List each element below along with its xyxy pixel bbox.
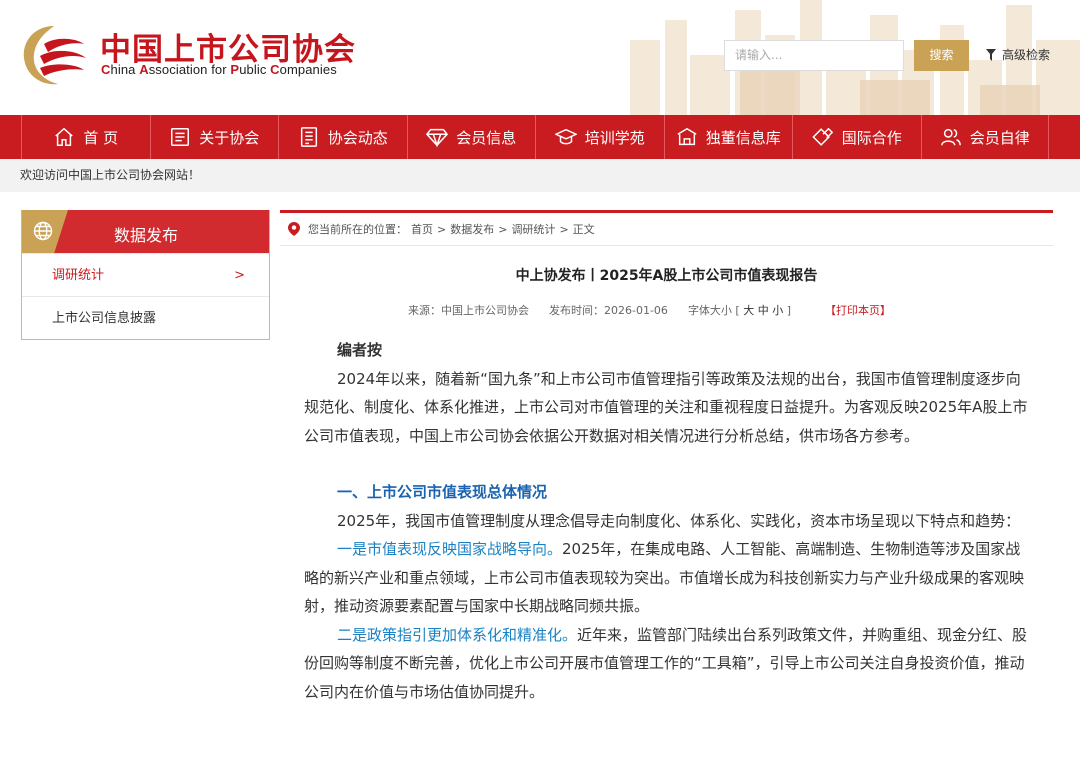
nav-item-international[interactable]: 国际合作 xyxy=(792,115,921,159)
breadcrumb-data-release[interactable]: 数据发布 xyxy=(450,221,494,237)
people-icon xyxy=(940,128,961,146)
search-input[interactable]: 请输入... xyxy=(724,40,904,71)
point-lead-1: 一是市值表现反映国家战略导向。 xyxy=(337,540,563,558)
point-lead-2: 二是政策指引更加体系化和精准化。 xyxy=(337,625,578,644)
article-body: 编者按 2024年以来，随着新“国九条”和上市公司市值管理指引等政策及法规的出台… xyxy=(304,336,1028,706)
nav-item-home[interactable]: 首 页 xyxy=(21,115,150,159)
sidebar-header: 数据发布 xyxy=(22,210,269,253)
sidebar-title: 数据发布 xyxy=(114,226,179,245)
font-size-control: 字体大小 [ 大 中 小 ] xyxy=(687,304,792,317)
sidebar-item-research-statistics[interactable]: 调研统计 > xyxy=(22,253,269,296)
section-intro-paragraph: 2025年，我国市值管理制度从理念倡导走向制度化、体系化、实践化，资本市场呈现以… xyxy=(337,511,1021,530)
home-icon xyxy=(55,127,74,146)
globe-icon xyxy=(33,221,53,241)
nav-item-directors[interactable]: 独董信息库 xyxy=(663,115,793,159)
section-heading: 一、上市公司市值表现总体情况 xyxy=(337,483,548,501)
document-list-icon xyxy=(171,128,190,146)
nav-item-about[interactable]: 关于协会 xyxy=(149,115,279,159)
welcome-bar: 欢迎访问中国上市公司协会网站！ xyxy=(0,159,1080,192)
editor-note-heading: 编者按 xyxy=(337,341,383,359)
building-icon xyxy=(677,127,697,146)
nav-item-members[interactable]: 会员信息 xyxy=(406,115,536,159)
nav-item-self-regulation[interactable]: 会员自律 xyxy=(920,115,1049,159)
main-content: 您当前所在的位置： 首页 > 数据发布 > 调研统计 > 正文 中上协发布丨20… xyxy=(280,210,1053,317)
handshake-icon xyxy=(812,127,833,146)
location-pin-icon xyxy=(288,222,300,236)
breadcrumb-current: 正文 xyxy=(572,223,595,236)
diamond-icon xyxy=(426,128,449,148)
article-meta: 来源：中国上市公司协会 发布时间：2026-01-06 字体大小 [ 大 中 小… xyxy=(408,302,891,318)
font-size-options[interactable]: 大 中 小 xyxy=(743,304,783,317)
chevron-right-icon: > xyxy=(234,268,245,283)
article-title: 中上协发布丨2025年A股上市公司市值表现报告 xyxy=(515,268,818,284)
search-button[interactable]: 搜索 xyxy=(914,40,969,71)
graduation-cap-icon xyxy=(554,128,577,145)
breadcrumb-research-statistics[interactable]: 调研统计 xyxy=(511,221,555,237)
sidebar: 数据发布 调研统计 > 上市公司信息披露 xyxy=(21,210,270,340)
advanced-search-link[interactable]: 高级检索 xyxy=(986,46,1050,63)
editor-note-paragraph: 2024年以来，随着新“国九条”和上市公司市值管理指引等政策及法规的出台，我国市… xyxy=(304,369,1028,445)
logo-english-name: China Association for Public Companies xyxy=(101,62,337,77)
nav-item-training[interactable]: 培训学苑 xyxy=(535,115,664,159)
main-nav: 首 页 关于协会 协会动态 会员信息 培训学苑 独董信息库 国际合作 会员自律 xyxy=(0,115,1080,159)
breadcrumb-home[interactable]: 首页 xyxy=(411,221,433,237)
article-date: 发布时间：2026-01-06 xyxy=(549,304,668,317)
point-paragraph-1: 一是市值表现反映国家战略导向。2025年，在集成电路、人工智能、高端制造、生物制… xyxy=(304,540,1025,615)
nav-item-news[interactable]: 协会动态 xyxy=(278,115,407,159)
sidebar-item-disclosure[interactable]: 上市公司信息披露 xyxy=(22,296,269,339)
site-header: 中国上市公司协会 China Association for Public Co… xyxy=(0,0,1080,115)
breadcrumb: 您当前所在的位置： 首页 > 数据发布 > 调研统计 > 正文 xyxy=(280,213,1053,246)
news-icon xyxy=(300,127,317,147)
print-link[interactable]: 【打印本页】 xyxy=(825,302,891,318)
association-logo[interactable] xyxy=(18,22,90,88)
article-source: 来源：中国上市公司协会 xyxy=(408,304,529,317)
filter-icon xyxy=(986,48,996,61)
point-paragraph-2: 二是政策指引更加体系化和精准化。近年来，监管部门陆续出台系列政策文件，并购重组、… xyxy=(304,625,1028,701)
